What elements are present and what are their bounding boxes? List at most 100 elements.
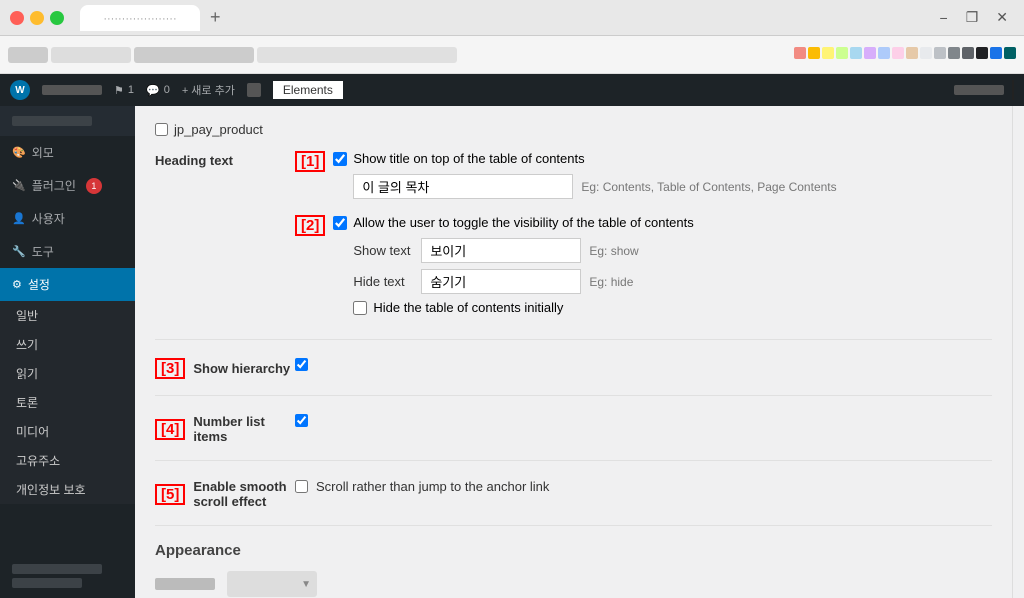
sidebar-sub-item-reading[interactable]: 읽기 <box>0 359 135 388</box>
number-list-label: Number list items <box>193 414 295 444</box>
section2-header: [2] Allow the user to toggle the visibil… <box>295 215 992 323</box>
jp-pay-product-checkbox[interactable] <box>155 123 168 136</box>
sidebar-item-settings[interactable]: ⚙ 설정 <box>0 268 135 301</box>
sidebar-sub-item-media[interactable]: 미디어 <box>0 417 135 446</box>
show-title-checkbox[interactable] <box>333 152 347 166</box>
appearance-header: Appearance <box>155 542 992 559</box>
show-hierarchy-control <box>295 356 992 374</box>
window-action-buttons: − ❐ ✕ <box>934 7 1014 28</box>
show-hint: Eg: show <box>589 244 638 258</box>
section1-header: [1] Show title on top of the table of co… <box>295 151 992 205</box>
new-tab-button[interactable]: + <box>206 7 225 28</box>
heading-text-label-col: Heading text <box>155 151 295 168</box>
title-input-row: 이 글의 목차 Eg: Contents, Table of Contents,… <box>353 174 836 199</box>
admin-bar-badge-1: 1 <box>128 84 134 96</box>
admin-bar-new-label: + 새로 추가 <box>182 82 235 98</box>
hide-text-input[interactable]: 숨기기 <box>421 269 581 294</box>
window-controls <box>10 11 64 25</box>
title-hint: Eg: Contents, Table of Contents, Page Co… <box>581 180 836 194</box>
sidebar-sub-item-general[interactable]: 일반 <box>0 301 135 330</box>
sidebar: 🎨 외모 🔌 플러그인 1 👤 사용자 🔧 도구 ⚙ 설정 <box>0 106 135 598</box>
width-row: ▼ <box>155 571 992 597</box>
hide-initially-checkbox[interactable] <box>353 301 367 315</box>
sidebar-top-item <box>0 106 135 136</box>
jp-pay-product-label: jp_pay_product <box>174 122 263 137</box>
smooth-scroll-checkbox[interactable] <box>295 480 308 493</box>
section4-badge: [4] <box>155 419 185 440</box>
sub-item-privacy-label: 개인정보 보호 <box>16 483 86 497</box>
tab-title: ···················· <box>103 13 176 25</box>
sub-item-general-label: 일반 <box>16 309 38 323</box>
width-input-blurred[interactable]: ▼ <box>227 571 317 597</box>
main-layout: 🎨 외모 🔌 플러그인 1 👤 사용자 🔧 도구 ⚙ 설정 <box>0 106 1024 598</box>
toggle-visibility-label: Allow the user to toggle the visibility … <box>353 215 693 230</box>
show-text-row: Show text 보이기 Eg: show <box>353 238 693 263</box>
maximize-button[interactable] <box>50 11 64 25</box>
tab-bar: ···················· + <box>80 5 926 31</box>
sidebar-item-appearance[interactable]: 🎨 외모 <box>0 136 135 169</box>
show-text-label: Show text <box>353 243 413 258</box>
wp-logo: W <box>10 80 30 100</box>
section1-badge: [1] <box>295 151 325 172</box>
section3-badge: [3] <box>155 358 185 379</box>
sidebar-item-plugins[interactable]: 🔌 플러그인 1 <box>0 169 135 202</box>
admin-bar-elements[interactable]: Elements <box>273 81 343 99</box>
sidebar-sub-item-writing[interactable]: 쓰기 <box>0 330 135 359</box>
title-input-area: 이 글의 목차 Eg: Contents, Table of Contents,… <box>353 174 836 199</box>
plugins-icon: 🔌 <box>12 179 26 192</box>
title-text-input[interactable]: 이 글의 목차 <box>353 174 573 199</box>
sub-item-media-label: 미디어 <box>16 425 49 439</box>
sidebar-item-plugins-label: 플러그인 <box>32 177 76 194</box>
sidebar-bottom <box>0 554 135 598</box>
sub-item-permalink-label: 고유주소 <box>16 454 60 468</box>
sidebar-item-users-label: 사용자 <box>32 210 65 227</box>
number-list-checkbox[interactable] <box>295 414 308 427</box>
sidebar-item-tools[interactable]: 🔧 도구 <box>0 235 135 268</box>
number-list-section: [4] Number list items <box>155 412 992 461</box>
admin-bar-new[interactable]: + 새로 추가 <box>182 82 235 98</box>
smooth-scroll-section: [5] Enable smooth scroll effect Scroll r… <box>155 477 992 526</box>
number-list-control <box>295 412 992 430</box>
appearance-icon: 🎨 <box>12 146 26 159</box>
right-scrollbar[interactable] <box>1012 106 1024 598</box>
heading-text-controls: [1] Show title on top of the table of co… <box>295 151 992 323</box>
dropdown-arrow: ▼ <box>301 579 311 590</box>
show-text-input[interactable]: 보이기 <box>421 238 581 263</box>
window-chrome: ···················· + − ❐ ✕ <box>0 0 1024 36</box>
show-hierarchy-label: Show hierarchy <box>193 361 290 376</box>
admin-bar-item-2: 💬 0 <box>146 84 170 97</box>
admin-bar-comment-count: 0 <box>164 84 170 96</box>
browser-toolbar <box>0 36 1024 74</box>
admin-bar-item-1: ⚑ 1 <box>114 84 134 97</box>
appearance-label: Appearance <box>155 542 241 559</box>
heading-text-label: Heading text <box>155 153 233 168</box>
sidebar-sub-item-privacy[interactable]: 개인정보 보호 <box>0 475 135 504</box>
admin-bar-plugin-icon <box>247 83 261 97</box>
heading-text-section: Heading text [1] Show title on top of th… <box>155 151 992 340</box>
hide-text-label: Hide text <box>353 274 413 289</box>
users-icon: 👤 <box>12 212 26 225</box>
hide-initially-row: Hide the table of contents initially <box>353 300 693 315</box>
admin-bar-right <box>954 80 1014 100</box>
hide-text-row: Hide text 숨기기 Eg: hide <box>353 269 693 294</box>
window-close-btn[interactable]: ✕ <box>990 7 1014 28</box>
sidebar-sub-item-permalink[interactable]: 고유주소 <box>0 446 135 475</box>
show-title-row: Show title on top of the table of conten… <box>333 151 836 166</box>
toggle-visibility-checkbox[interactable] <box>333 216 347 230</box>
show-hierarchy-checkbox[interactable] <box>295 358 308 371</box>
minimize-button[interactable] <box>30 11 44 25</box>
window-min-btn[interactable]: − <box>934 8 954 28</box>
sidebar-item-users[interactable]: 👤 사용자 <box>0 202 135 235</box>
sidebar-sub-item-discussion[interactable]: 토론 <box>0 388 135 417</box>
hide-initially-label: Hide the table of contents initially <box>373 300 563 315</box>
admin-bar-item-blurred <box>42 85 102 95</box>
section1-content: Show title on top of the table of conten… <box>333 151 836 205</box>
sidebar-menu: 🎨 외모 🔌 플러그인 1 👤 사용자 🔧 도구 ⚙ 설정 <box>0 136 135 554</box>
browser-tab[interactable]: ···················· <box>80 5 200 31</box>
close-button[interactable] <box>10 11 24 25</box>
sidebar-item-settings-label: 설정 <box>28 276 50 293</box>
number-list-label-col: [4] Number list items <box>155 412 295 444</box>
window-max-btn[interactable]: ❐ <box>960 7 985 28</box>
sub-item-writing-label: 쓰기 <box>16 338 38 352</box>
sidebar-item-tools-label: 도구 <box>32 243 54 260</box>
